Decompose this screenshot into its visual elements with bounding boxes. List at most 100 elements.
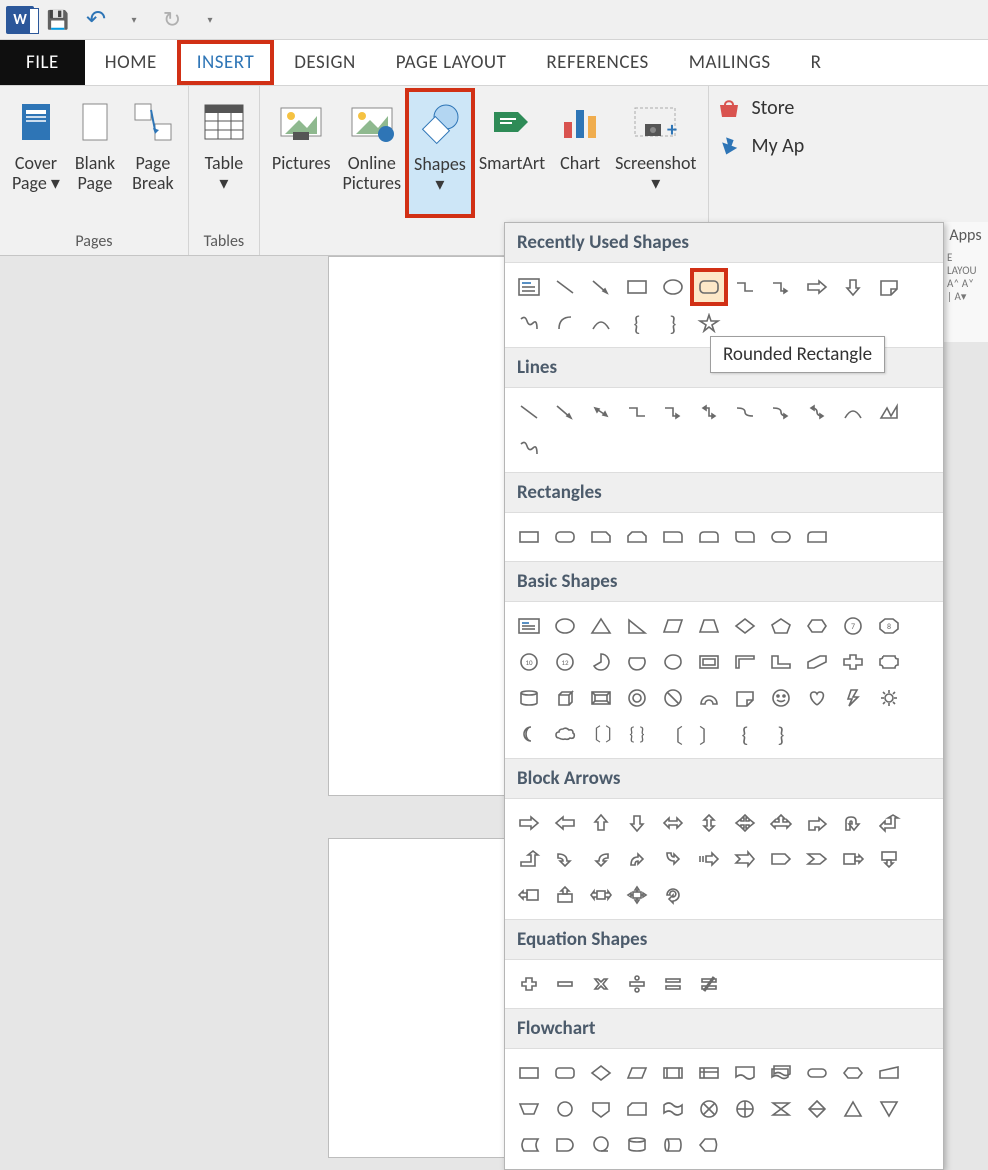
basic-moon[interactable]: [511, 716, 547, 752]
block-bent[interactable]: [799, 805, 835, 841]
flow-merge[interactable]: [871, 1091, 907, 1127]
block-down-callout[interactable]: [871, 841, 907, 877]
basic-cloud[interactable]: [547, 716, 583, 752]
block-leftright-callout[interactable]: [583, 877, 619, 913]
flow-data[interactable]: [619, 1055, 655, 1091]
basic-frame[interactable]: [691, 644, 727, 680]
basic-block-arc[interactable]: [691, 680, 727, 716]
line-5[interactable]: [655, 394, 691, 430]
basic-folded-corner[interactable]: [727, 680, 763, 716]
online-pictures-button[interactable]: Online Pictures: [336, 90, 407, 216]
tab-design[interactable]: DESIGN: [274, 40, 376, 85]
eq-multiply[interactable]: [583, 966, 619, 1002]
shape-down-arrow[interactable]: [835, 269, 871, 305]
customize-qat[interactable]: ▾: [196, 6, 224, 34]
block-updown[interactable]: [691, 805, 727, 841]
basic-right-brace[interactable]: }: [763, 716, 799, 752]
basic-decagon[interactable]: 10: [511, 644, 547, 680]
smartart-button[interactable]: SmartArt: [473, 90, 551, 216]
basic-trapezoid[interactable]: [691, 608, 727, 644]
rect-7[interactable]: [727, 519, 763, 555]
my-apps-button[interactable]: My Ap: [717, 134, 804, 158]
block-down[interactable]: [619, 805, 655, 841]
basic-rt-triangle[interactable]: [619, 608, 655, 644]
rect-3[interactable]: [583, 519, 619, 555]
block-up-callout[interactable]: [547, 877, 583, 913]
basic-plus[interactable]: [835, 644, 871, 680]
flow-summing[interactable]: [691, 1091, 727, 1127]
basic-bevel[interactable]: [583, 680, 619, 716]
flow-sort[interactable]: [799, 1091, 835, 1127]
block-home-plate[interactable]: [763, 841, 799, 877]
line-freeform[interactable]: [871, 394, 907, 430]
block-striped-right[interactable]: [691, 841, 727, 877]
basic-chord[interactable]: [619, 644, 655, 680]
redo-button[interactable]: ↻: [158, 6, 186, 34]
eq-equal[interactable]: [655, 966, 691, 1002]
rect-2[interactable]: [547, 519, 583, 555]
flow-punched-tape[interactable]: [655, 1091, 691, 1127]
block-curved-right[interactable]: [547, 841, 583, 877]
shape-text-box[interactable]: [511, 269, 547, 305]
shape-connector-elbow-arrow[interactable]: [763, 269, 799, 305]
flow-document[interactable]: [727, 1055, 763, 1091]
tab-file[interactable]: FILE: [0, 40, 85, 85]
shapes-button[interactable]: Shapes ▾: [407, 90, 473, 216]
basic-lightning[interactable]: [835, 680, 871, 716]
block-left[interactable]: [547, 805, 583, 841]
eq-divide[interactable]: [619, 966, 655, 1002]
shape-scribble[interactable]: [511, 305, 547, 341]
shape-arrow-line[interactable]: [583, 269, 619, 305]
flow-direct-access[interactable]: [655, 1127, 691, 1163]
flow-manual-input[interactable]: [871, 1055, 907, 1091]
shape-arc[interactable]: [583, 305, 619, 341]
basic-triangle[interactable]: [583, 608, 619, 644]
flow-stored-data[interactable]: [511, 1127, 547, 1163]
basic-textbox[interactable]: [511, 608, 547, 644]
basic-can[interactable]: [511, 680, 547, 716]
store-button[interactable]: Store: [717, 96, 804, 120]
block-leftup[interactable]: [871, 805, 907, 841]
flow-magnetic-disk[interactable]: [619, 1127, 655, 1163]
block-right[interactable]: [511, 805, 547, 841]
shape-folded-corner[interactable]: [871, 269, 907, 305]
block-leftrightup[interactable]: [763, 805, 799, 841]
basic-double-bracket[interactable]: 〔 〕: [583, 716, 619, 752]
basic-sun[interactable]: [871, 680, 907, 716]
block-curved-left[interactable]: [583, 841, 619, 877]
flow-extract[interactable]: [835, 1091, 871, 1127]
flow-manual-op[interactable]: [511, 1091, 547, 1127]
save-button[interactable]: 💾: [44, 6, 72, 34]
rect-4[interactable]: [619, 519, 655, 555]
shape-arc-right[interactable]: [547, 305, 583, 341]
flow-internal-storage[interactable]: [691, 1055, 727, 1091]
block-quad-callout[interactable]: [619, 877, 655, 913]
basic-diamond[interactable]: [727, 608, 763, 644]
block-bentup[interactable]: [511, 841, 547, 877]
block-uturn[interactable]: [835, 805, 871, 841]
undo-button[interactable]: ↶: [82, 6, 110, 34]
screenshot-button[interactable]: + Screenshot ▾: [609, 90, 702, 216]
block-notched-right[interactable]: [727, 841, 763, 877]
tab-home[interactable]: HOME: [85, 40, 177, 85]
shape-connector-elbow[interactable]: [727, 269, 763, 305]
flow-predefined[interactable]: [655, 1055, 691, 1091]
block-right-callout[interactable]: [835, 841, 871, 877]
rect-9[interactable]: [799, 519, 835, 555]
flow-terminator[interactable]: [799, 1055, 835, 1091]
line-curve[interactable]: [835, 394, 871, 430]
basic-pie[interactable]: [583, 644, 619, 680]
cover-page-button[interactable]: Cover Page ▾: [6, 90, 66, 216]
basic-no-symbol[interactable]: [655, 680, 691, 716]
block-curved-up[interactable]: [619, 841, 655, 877]
line-2[interactable]: [547, 394, 583, 430]
basic-double-brace[interactable]: { }: [619, 716, 655, 752]
basic-oval[interactable]: [547, 608, 583, 644]
chart-button[interactable]: Chart: [551, 90, 609, 216]
flow-decision[interactable]: [583, 1055, 619, 1091]
rect-6[interactable]: [691, 519, 727, 555]
basic-cube[interactable]: [547, 680, 583, 716]
block-circular[interactable]: [655, 877, 691, 913]
basic-hexagon[interactable]: [799, 608, 835, 644]
line-8[interactable]: [763, 394, 799, 430]
